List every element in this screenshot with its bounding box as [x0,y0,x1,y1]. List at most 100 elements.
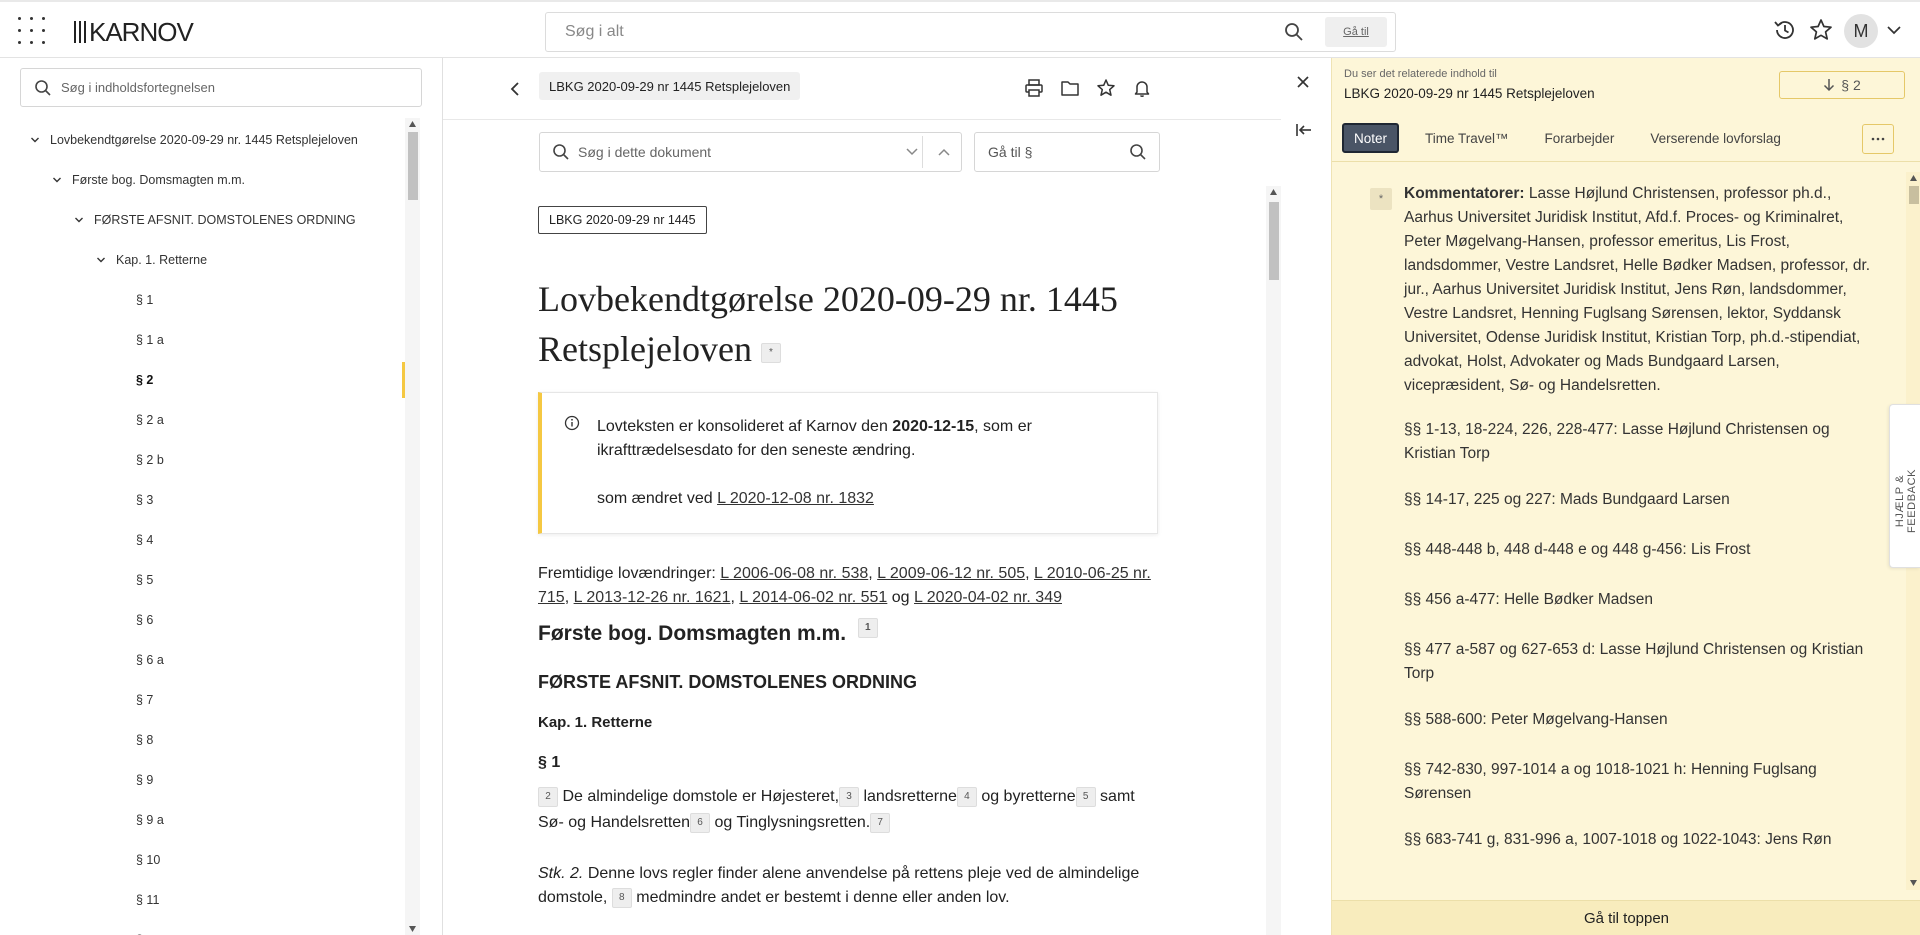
scroll-up-icon[interactable] [1269,188,1278,196]
note-reference[interactable]: 5 [1075,786,1096,807]
help-feedback-label: HJÆLP & FEEDBACK [1894,468,1918,534]
toc-item[interactable]: § 1 [0,280,405,320]
toc-item[interactable]: Første bog. Domsmagten m.m. [0,160,405,200]
toc-item[interactable]: § 2 [0,360,405,400]
toc-item[interactable]: § 8 [0,720,405,760]
user-avatar[interactable]: M [1844,14,1878,48]
toc-item[interactable]: § 9 a [0,800,405,840]
toc-item[interactable]: § 7 [0,680,405,720]
tab-noter[interactable]: Noter [1342,123,1400,153]
tab-time-travel[interactable]: Time Travel™ [1415,123,1519,153]
goto-button[interactable]: Gå til [1325,17,1387,47]
future-law-link[interactable]: L 2013-12-26 nr. 1621 [574,589,731,606]
toc-item[interactable]: § 3 [0,480,405,520]
toc-scrollbar-thumb[interactable] [408,132,418,200]
note-reference[interactable]: * [760,342,781,363]
close-icon[interactable] [1295,74,1311,90]
document-scrollbar[interactable] [1266,186,1281,935]
toc-item[interactable]: § 12 [0,920,405,935]
favorites-star-icon[interactable] [1808,17,1834,43]
toc-item[interactable]: § 6 [0,600,405,640]
tab-forarbejder[interactable]: Forarbejder [1535,123,1625,153]
goto-paragraph-input[interactable] [975,133,1115,171]
amended-text: som ændret ved L 2020-12-08 nr. 1832 [597,487,1142,511]
history-icon[interactable] [1772,17,1798,43]
karnov-logo[interactable]: KARNOV [74,17,194,47]
toc-item-label: § 2 a [136,413,164,427]
toc-item[interactable]: § 11 [0,880,405,920]
amended-law-link[interactable]: L 2020-12-08 nr. 1832 [717,490,874,507]
note-reference[interactable]: 8 [611,887,632,908]
toc-item[interactable]: § 5 [0,560,405,600]
chevron-down-icon[interactable] [52,175,62,185]
toc-item[interactable]: Lovbekendtgørelse 2020-09-29 nr. 1445 Re… [0,120,405,160]
jump-to-paragraph-button[interactable]: § 2 [1779,71,1905,99]
search-icon[interactable] [1129,143,1147,161]
consolidation-info-box: Lovteksten er konsolideret af Karnov den… [538,392,1158,534]
document-scrollbar-thumb[interactable] [1269,202,1279,280]
toc-item-label: § 1 [136,293,154,307]
toc-item[interactable]: Kap. 1. Retterne [0,240,405,280]
consolidation-date: 2020-12-15 [892,418,975,435]
note-reference[interactable]: 2 [538,786,558,807]
apps-grid-icon[interactable] [16,15,48,47]
go-to-top-button[interactable]: Gå til toppen [1332,900,1920,935]
text-run: og byretterne [981,788,1076,805]
toc-item-label: § 11 [136,893,160,907]
note-star-marker[interactable]: * [1370,188,1392,210]
note-reference[interactable]: 6 [690,812,711,833]
chevron-down-icon[interactable] [74,215,84,225]
note-reference[interactable]: 7 [870,812,891,833]
scroll-up-icon[interactable] [408,120,417,128]
chevron-down-icon[interactable] [1886,24,1902,36]
note-reference[interactable]: 4 [956,786,977,807]
toc-item-label: Kap. 1. Retterne [116,253,208,267]
scroll-down-icon[interactable] [1909,879,1918,887]
toc-item[interactable]: § 6 a [0,640,405,680]
chevron-down-icon[interactable] [30,135,40,145]
toc-item[interactable]: FØRSTE AFSNIT. DOMSTOLENES ORDNING [0,200,405,240]
toc-search-input[interactable] [61,69,411,106]
toc-scrollbar[interactable] [405,118,420,935]
toc-item[interactable]: § 2 a [0,400,405,440]
bell-icon[interactable] [1132,78,1152,98]
toc-item-label: § 9 a [136,813,164,827]
chevron-down-icon[interactable] [96,255,106,265]
future-law-link[interactable]: L 2009-06-12 nr. 505 [877,565,1025,582]
search-icon[interactable] [1284,22,1304,42]
scroll-down-icon[interactable] [408,925,417,933]
global-search-input[interactable] [546,13,1286,51]
toc-item-label: Lovbekendtgørelse 2020-09-29 nr. 1445 Re… [50,133,358,147]
related-scrollbar-thumb[interactable] [1909,186,1919,204]
chevron-down-icon[interactable] [905,145,919,159]
section-heading: FØRSTE AFSNIT. DOMSTOLENES ORDNING [538,672,918,692]
future-law-link[interactable]: L 2020-04-02 nr. 349 [914,589,1062,606]
toc-item[interactable]: § 4 [0,520,405,560]
folder-icon[interactable] [1060,78,1080,98]
toc-item[interactable]: § 9 [0,760,405,800]
print-icon[interactable] [1024,78,1044,98]
help-feedback-tab[interactable]: HJÆLP & FEEDBACK [1889,404,1920,568]
commentator-assignment: §§ 14-17, 225 og 227: Mads Bundgaard Lar… [1404,491,1730,508]
future-law-link[interactable]: L 2006-06-08 nr. 538 [720,565,868,582]
document-search-input[interactable] [578,133,878,171]
toc-item-label: § 2 [136,373,154,387]
toc-item[interactable]: § 10 [0,840,405,880]
book-heading-text: Første bog. Domsmagten m.m. [538,622,847,645]
toc-item[interactable]: § 2 b [0,440,405,480]
collapse-panel-icon[interactable] [1295,122,1313,138]
chevron-up-icon[interactable] [937,145,951,159]
chapter-heading: Kap. 1. Retterne [538,714,653,731]
document-chip[interactable]: LBKG 2020-09-29 nr 1445 Retsplejeloven [539,72,801,100]
toc-item-label: § 5 [136,573,154,587]
note-reference[interactable]: 1 [857,618,878,638]
more-options-button[interactable] [1862,124,1894,154]
future-law-link[interactable]: L 2014-06-02 nr. 551 [739,589,887,606]
related-content-panel: Du ser det relaterede indhold til LBKG 2… [1281,58,1920,935]
note-reference[interactable]: 3 [839,786,860,807]
tab-verserende-lovforslag[interactable]: Verserende lovforslag [1640,123,1791,153]
back-arrow-icon[interactable] [508,81,522,97]
toc-item[interactable]: § 1 a [0,320,405,360]
scroll-up-icon[interactable] [1909,174,1918,182]
star-icon[interactable] [1096,78,1116,98]
